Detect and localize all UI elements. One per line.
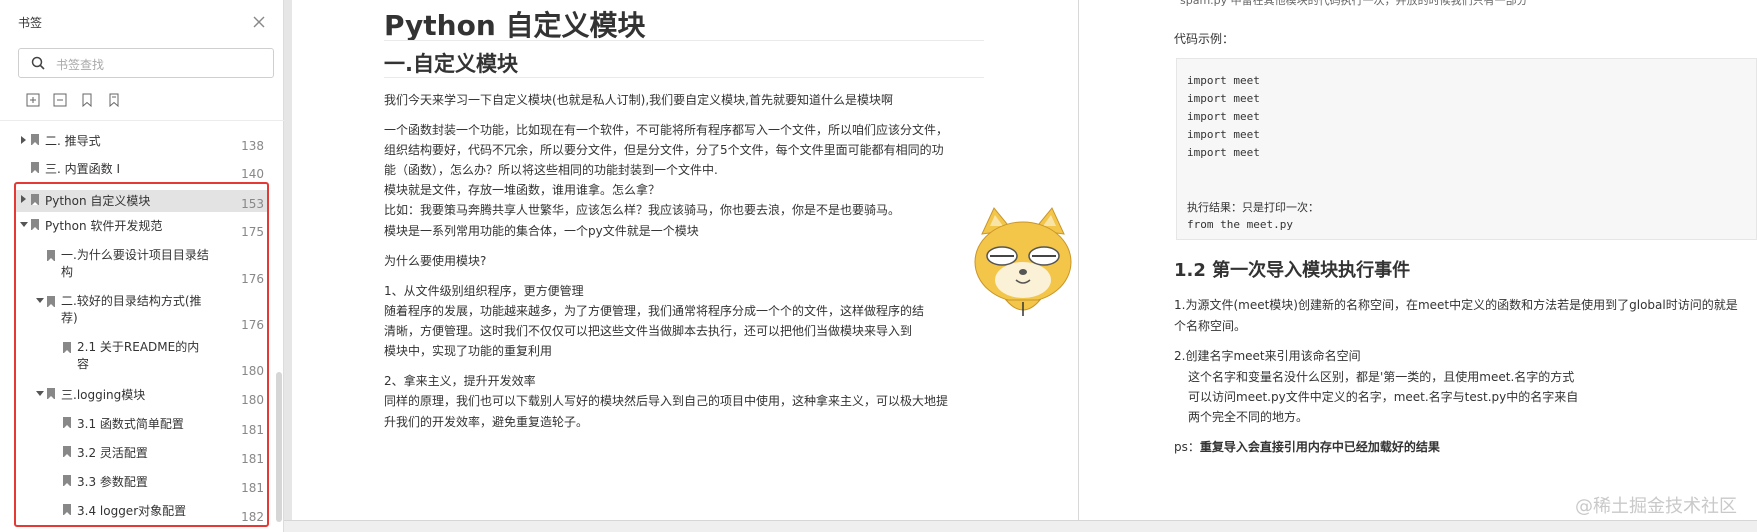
ps-bold-text: 重复导入会直接引用内存中已经加载好的结果 xyxy=(1199,440,1440,454)
paragraph-line: 模块是一系列常用功能的集合体，一个py文件就是一个模块 xyxy=(384,224,699,238)
section-heading: 一.自定义模块 xyxy=(384,52,518,76)
pdf-reader-window: 书签 书签查找 二. 推导式 138 三. 内置函数 I 140 Python … xyxy=(0,0,1757,532)
toc-label: 二. 推导式 xyxy=(45,134,101,148)
code-line: import meet xyxy=(1187,110,1260,123)
code-line: import meet xyxy=(1187,74,1260,87)
code-result-label: 执行结果：只是打印一次： xyxy=(1187,201,1319,214)
paragraph-line: 同样的原理，我们也可以下载别人写好的模块然后导入到自己的项目中使用，这种拿来主义… xyxy=(384,394,949,408)
code-line: import meet xyxy=(1187,92,1260,105)
bookmark-icon[interactable] xyxy=(79,92,95,108)
paragraph-line: 1.为源文件(meet模块)创建新的名称空间，在meet中定义的函数和方法若是使… xyxy=(1174,298,1738,312)
paragraph-line: 清晰，方便管理。这时我们不仅仅可以把这些文件当做脚本去执行，还可以把他们当做模块… xyxy=(384,324,913,338)
intro-text: 我们今天来学习一下自定义模块(也就是私人订制),我们要自定义模块,首先就要知道什… xyxy=(384,93,893,107)
cut-off-text: spam.py 中留在其他模块的代码执行一次，并放的时候我们只有一部分 xyxy=(1180,0,1528,7)
code-line: import meet xyxy=(1187,128,1260,141)
paragraph-line: 比如：我要策马奔腾共享人世繁华，应该怎么样？我应该骑马，你也要去浪，你是不是也要… xyxy=(384,203,901,217)
toc-item[interactable]: 二. 推导式 138 xyxy=(0,134,276,160)
ps-line: ps：重复导入会直接引用内存中已经加载好的结果 xyxy=(1174,438,1440,455)
code-result: from the meet.py xyxy=(1187,218,1293,231)
dog-emoji-sticker xyxy=(974,207,1072,316)
paragraph-line: 能（函数），怎么办？所以将这些相同的功能封装到一个文件中. xyxy=(384,163,718,177)
ps-label: ps： xyxy=(1174,440,1200,454)
paragraph-line: 一个函数封装一个功能，比如现在有一个软件，不可能将所有程序都写入一个文件，所以咱… xyxy=(384,123,949,137)
horizontal-scrollbar[interactable] xyxy=(284,520,1757,532)
remove-bookmark-icon[interactable] xyxy=(52,92,68,108)
code-line: import meet xyxy=(1187,146,1260,159)
search-icon xyxy=(31,56,45,70)
highlight-box xyxy=(14,182,269,527)
title-rule xyxy=(384,40,984,41)
paragraph-line: 这个名字和变量名没什么区别，都是'第一类的，且使用meet.名字的方式 xyxy=(1188,370,1575,384)
paragraph-line: 两个完全不同的地方。 xyxy=(1188,410,1309,424)
paragraph-line: 模块就是文件，存放一堆函数，谁用谁拿。怎么拿？ xyxy=(384,183,661,197)
heading-rule xyxy=(384,77,984,78)
toc-label: 三. 内置函数 I xyxy=(45,162,120,176)
close-icon[interactable] xyxy=(252,15,266,29)
search-placeholder: 书签查找 xyxy=(56,58,105,72)
point-title: 2、拿来主义，提升开发效率 xyxy=(384,374,536,388)
code-example-label: 代码示例： xyxy=(1174,32,1235,46)
bookmark-search-input[interactable]: 书签查找 xyxy=(18,48,274,78)
add-bookmark-icon[interactable] xyxy=(25,92,41,108)
question-text: 为什么要使用模块? xyxy=(384,254,487,268)
sidebar-title: 书签 xyxy=(18,16,43,30)
paragraph-line: 模块中，实现了功能的重复利用 xyxy=(384,344,553,358)
page-title: Python 自定义模块 xyxy=(384,9,646,42)
paragraph-title: 2.创建名字meet来引用该命名空间 xyxy=(1174,349,1361,363)
point-title: 1、从文件级别组织程序，更方便管理 xyxy=(384,284,584,298)
bookmark-sidebar: 书签 书签查找 二. 推导式 138 三. 内置函数 I 140 Python … xyxy=(0,0,284,532)
paragraph-line: 个名称空间。 xyxy=(1174,319,1247,333)
expand-arrow-icon[interactable] xyxy=(21,136,26,144)
sidebar-divider xyxy=(0,120,284,121)
toc-page: 138 xyxy=(241,139,264,153)
bookmark-icon xyxy=(31,162,39,173)
subsection-heading: 1.2 第一次导入模块执行事件 xyxy=(1174,260,1411,281)
paragraph-line: 升我们的开发效率，避免重复造轮子。 xyxy=(384,415,589,429)
sidebar-scrollbar[interactable] xyxy=(276,372,282,522)
paragraph-line: 随着程序的发展，功能越来越多，为了方便管理，我们通常将程序分成一个个的文件，这样… xyxy=(384,304,925,318)
toc-page: 140 xyxy=(241,167,264,181)
watermark: @稀土掘金技术社区 xyxy=(1575,496,1737,517)
bookmark-outline-icon[interactable] xyxy=(106,92,122,108)
page-divider xyxy=(1078,0,1079,532)
paragraph-line: 组织结构要好，代码不冗余，所以要分文件，但是分文件，分了5个文件，每个文件里面可… xyxy=(384,143,944,157)
bookmark-icon xyxy=(31,134,39,145)
paragraph-line: 可以访问meet.py文件中定义的名字，meet.名字与test.py中的名字来… xyxy=(1188,390,1579,404)
